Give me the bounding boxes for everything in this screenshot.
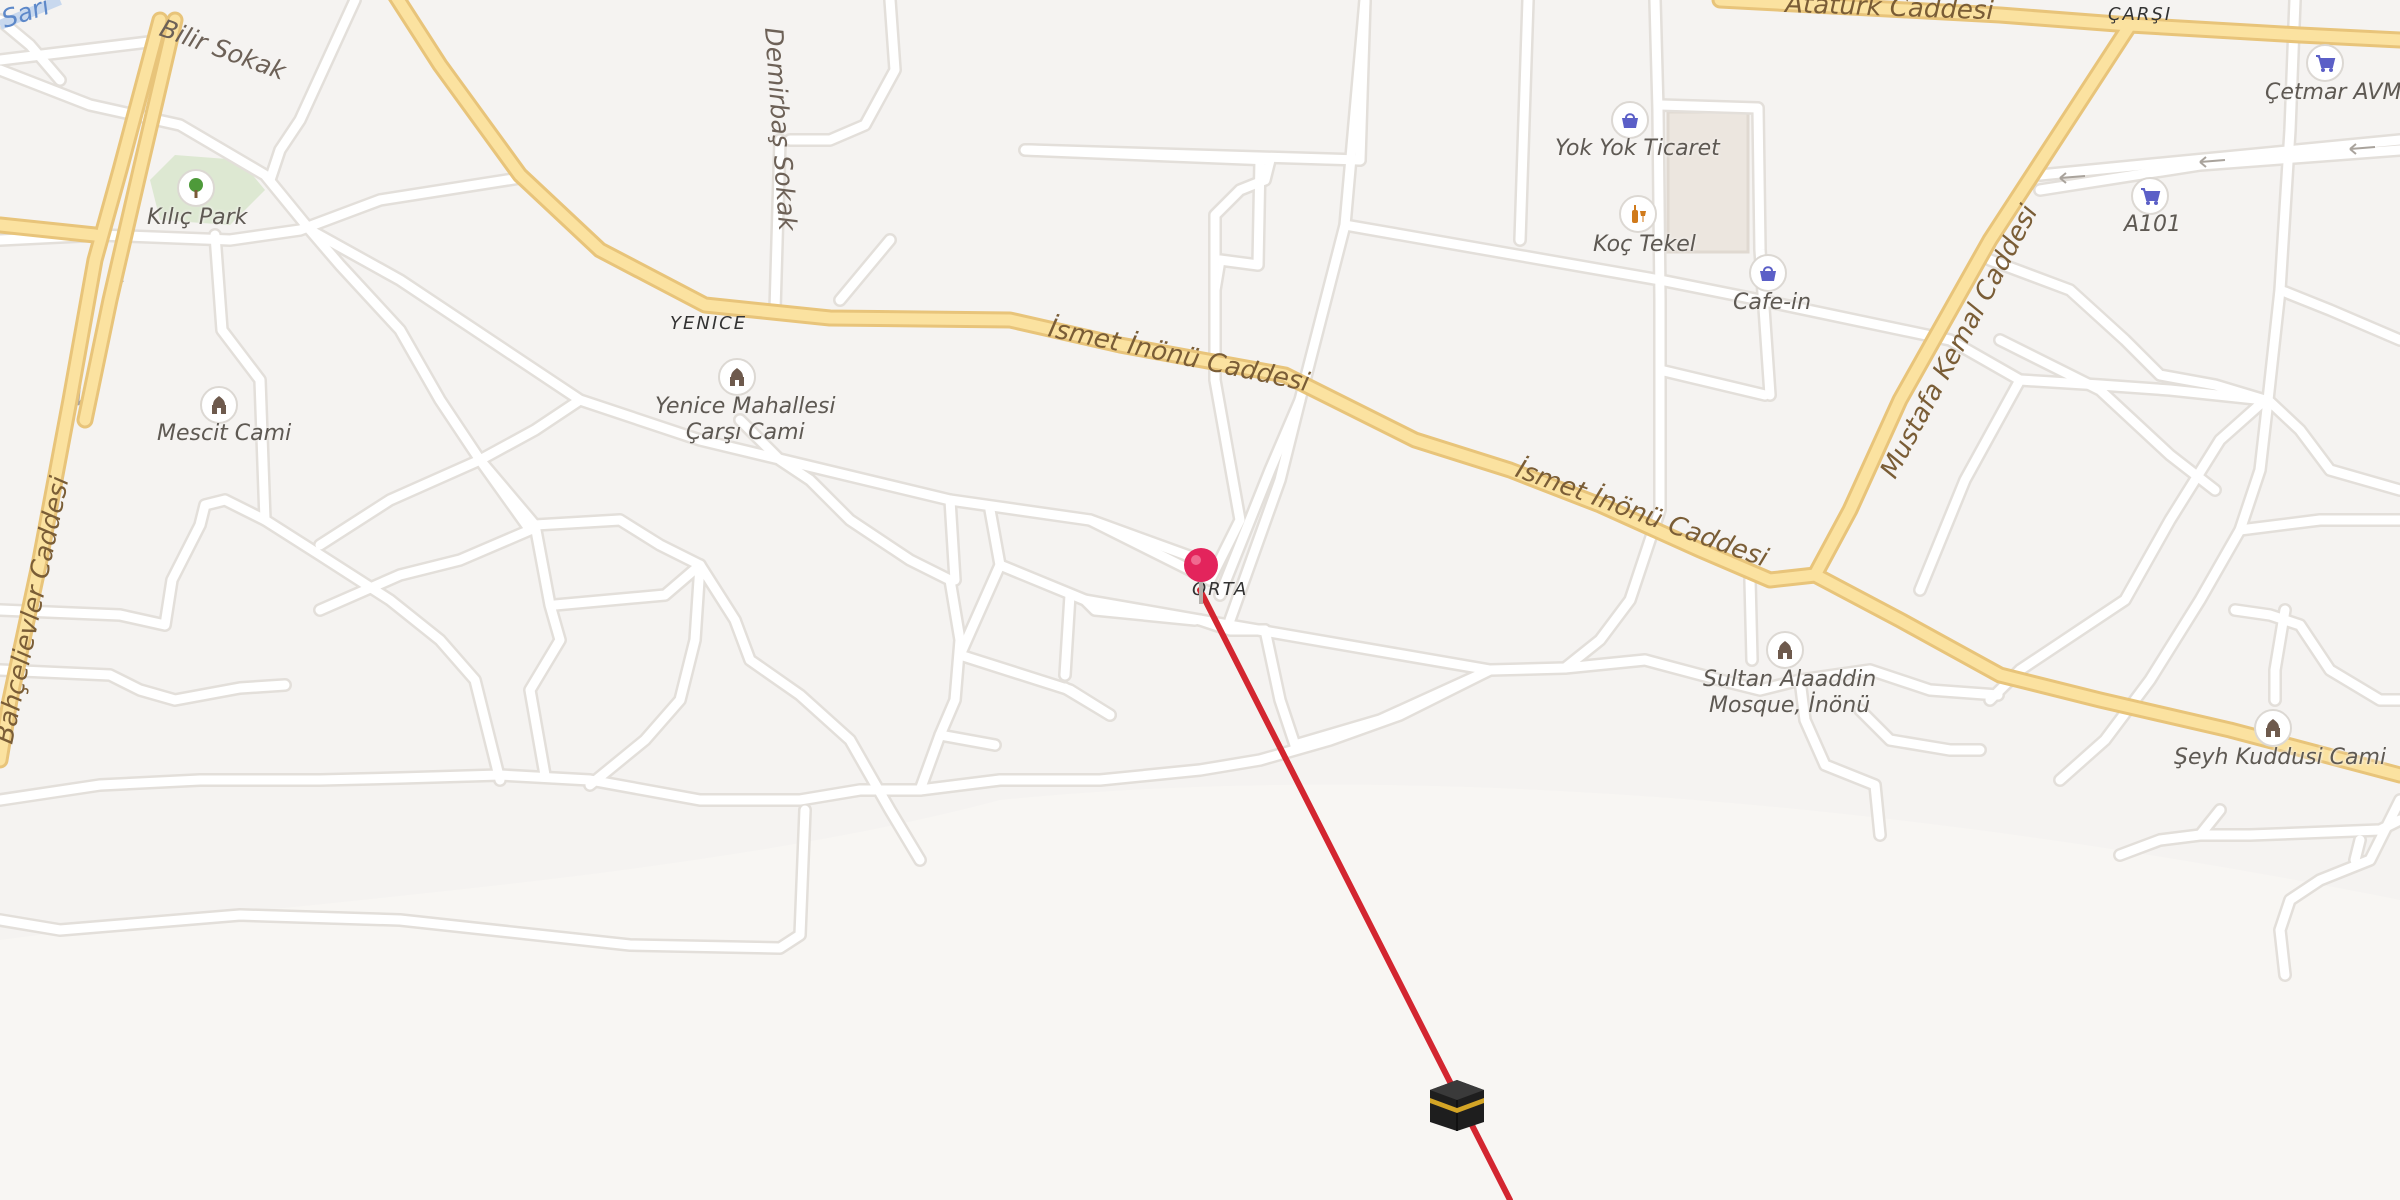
open-area: [0, 784, 2400, 1200]
mosque-icon[interactable]: [718, 358, 756, 396]
street-label-demirbas: Demirbaş Sokak: [759, 26, 802, 233]
building-block: [1666, 110, 1750, 254]
mosque-icon[interactable]: [200, 386, 238, 424]
poi-label-koc-tekel[interactable]: Koç Tekel: [1593, 232, 1696, 258]
shopping-basket-icon[interactable]: [1611, 101, 1649, 139]
location-pin-icon[interactable]: [1182, 546, 1220, 610]
poi-label-cetmar-avm[interactable]: Çetmar AVM: [2265, 80, 2400, 106]
poi-label-line: Çarşı Cami: [685, 420, 805, 445]
poi-label-seyh-kuddusi-cami[interactable]: Şeyh Kuddusi Cami: [2174, 745, 2386, 771]
poi-label-cafe-in[interactable]: Cafe-in: [1733, 290, 1811, 316]
poi-label-line: Yenice Mahallesi: [655, 394, 836, 419]
poi-label-yok-yok-ticaret[interactable]: Yok Yok Ticaret: [1555, 136, 1720, 162]
map-view[interactable]: Bilir Sokak Demirbaş Sokak Atatürk Cadde…: [0, 0, 2400, 1200]
poi-label-sultan-alaaddin-mosque[interactable]: Sultan Alaaddin Mosque, İnönü: [1703, 667, 1876, 719]
mosque-icon[interactable]: [1766, 631, 1804, 669]
district-label-yenice: YENICE: [670, 313, 747, 334]
liquor-store-icon[interactable]: [1619, 195, 1657, 233]
district-label-carsi: ÇARŞI: [2108, 4, 2172, 25]
kaaba-icon[interactable]: [1428, 1078, 1486, 1136]
poi-label-kilic-park[interactable]: Kılıç Park: [147, 205, 247, 231]
poi-label-line: Sultan Alaaddin: [1703, 667, 1877, 692]
shopping-basket-icon[interactable]: [1749, 254, 1787, 292]
poi-label-a101[interactable]: A101: [2124, 212, 2181, 238]
tree-icon[interactable]: [177, 169, 215, 207]
poi-label-line: Mosque, İnönü: [1709, 693, 1871, 718]
street-label-mustafa-kemal: Mustafa Kemal Caddesi: [1875, 200, 2045, 484]
street-label-ataturk: Atatürk Caddesi: [1783, 0, 1995, 26]
shopping-cart-icon[interactable]: [2131, 177, 2169, 215]
shopping-cart-icon[interactable]: [2306, 44, 2344, 82]
mosque-icon[interactable]: [2254, 709, 2292, 747]
poi-label-mescit-cami[interactable]: Mescit Cami: [157, 421, 291, 447]
street-label-ismet-inonu-1: İsmet İnönü Caddesi: [1046, 312, 1314, 399]
poi-label-yenice-mahallesi-carsi-cami[interactable]: Yenice Mahallesi Çarşı Cami: [655, 394, 835, 446]
street-label-corner: Sarı: [0, 0, 53, 34]
